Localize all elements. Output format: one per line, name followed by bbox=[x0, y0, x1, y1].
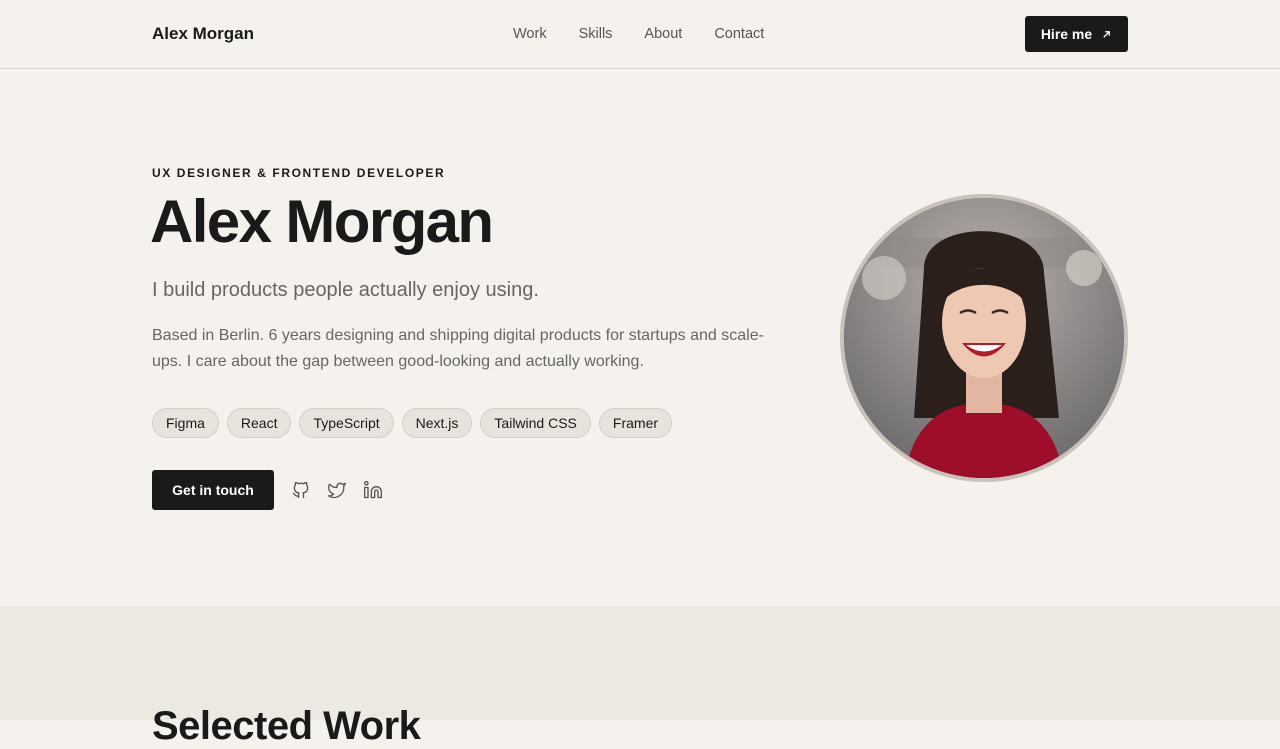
skill-tag: Tailwind CSS bbox=[480, 408, 591, 438]
skill-tag: React bbox=[226, 408, 292, 438]
top-nav: Alex Morgan Work Skills About Contact Hi… bbox=[0, 0, 1280, 69]
hero-title: Alex Morgan bbox=[150, 188, 494, 255]
profile-photo bbox=[840, 194, 1128, 482]
hero-eyebrow: UX DESIGNER & FRONTEND DEVELOPER bbox=[152, 166, 446, 180]
nav-link-about[interactable]: About bbox=[644, 26, 682, 42]
github-icon[interactable] bbox=[291, 480, 311, 500]
social-links bbox=[291, 480, 383, 500]
hero-section: UX DESIGNER & FRONTEND DEVELOPER Alex Mo… bbox=[0, 69, 1280, 606]
get-in-touch-button[interactable]: Get in touch bbox=[152, 470, 274, 510]
linkedin-icon[interactable] bbox=[363, 480, 383, 500]
section-title: Selected Work bbox=[152, 704, 421, 748]
twitter-icon[interactable] bbox=[327, 480, 347, 500]
nav-link-skills[interactable]: Skills bbox=[579, 26, 613, 42]
nav-link-work[interactable]: Work bbox=[513, 26, 547, 42]
hire-me-label: Hire me bbox=[1040, 26, 1093, 42]
skill-tag: Figma bbox=[152, 408, 219, 438]
hero-bio: Based in Berlin. 6 years designing and s… bbox=[152, 327, 764, 370]
skill-tag: Next.js bbox=[401, 408, 473, 438]
skill-tags: Figma React TypeScript Next.js Tailwind … bbox=[152, 408, 673, 438]
arrow-up-right-icon bbox=[1103, 30, 1111, 38]
selected-work-section: Selected Work bbox=[0, 606, 1280, 748]
hire-me-button[interactable]: Hire me bbox=[1025, 16, 1128, 52]
brand-logo[interactable]: Alex Morgan bbox=[152, 24, 254, 44]
cta-row: Get in touch bbox=[152, 470, 383, 510]
nav-link-contact[interactable]: Contact bbox=[714, 26, 764, 42]
skill-tag: TypeScript bbox=[299, 408, 394, 438]
skill-tag: Framer bbox=[598, 408, 673, 438]
hero-tagline: I build products people actually enjoy u… bbox=[152, 279, 539, 301]
nav-links: Work Skills About Contact bbox=[513, 26, 764, 42]
